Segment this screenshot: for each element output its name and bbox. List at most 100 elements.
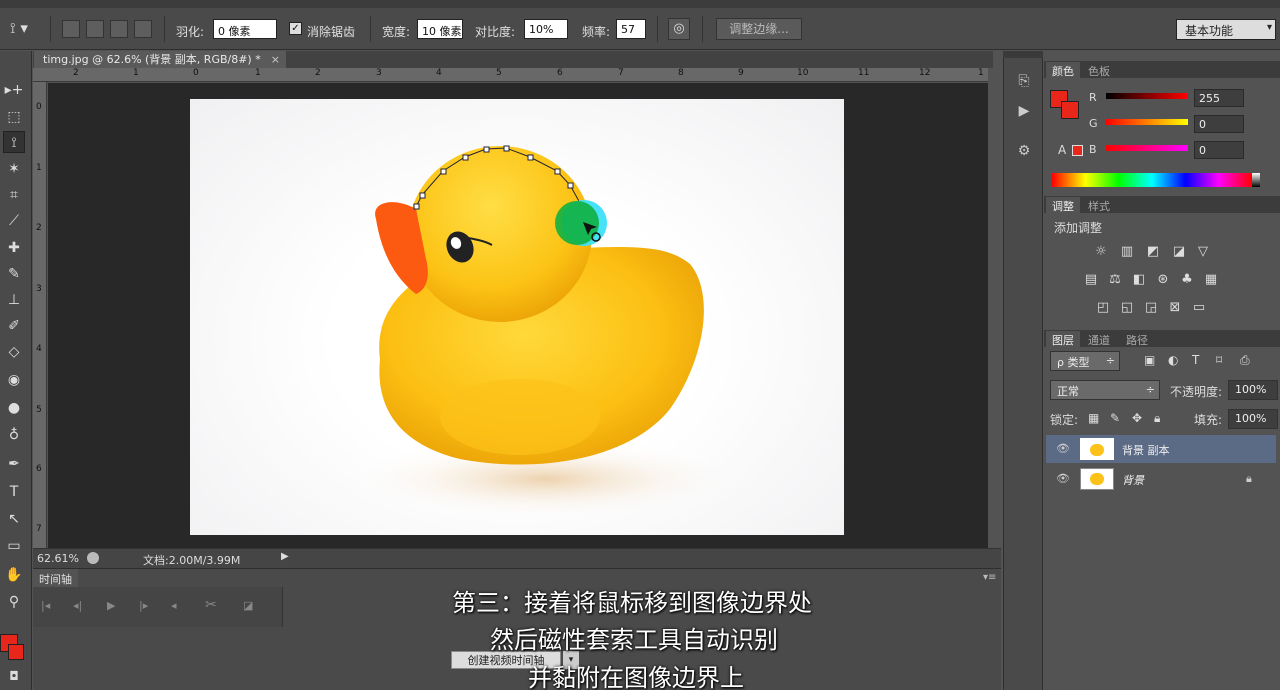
refine-edge-button[interactable]: 调整边缘...: [716, 18, 802, 40]
transition-icon[interactable]: ◪: [243, 599, 253, 612]
fill-input[interactable]: 100%: [1228, 409, 1278, 429]
color-background-swatch[interactable]: [1061, 101, 1079, 119]
visibility-eye-icon[interactable]: 👁︎: [1056, 472, 1070, 485]
pixel-filter-icon[interactable]: ▣: [1144, 353, 1155, 367]
shape-filter-icon[interactable]: ⌑: [1216, 353, 1222, 367]
move-tool-icon[interactable]: ▸+: [3, 79, 25, 101]
paint-bucket-tool-icon[interactable]: ◉: [3, 369, 25, 391]
selective-color-icon[interactable]: ⊠: [1167, 301, 1183, 315]
invert-icon[interactable]: ◰: [1095, 301, 1111, 315]
document-tab[interactable]: timg.jpg @ 62.6% (背景 副本, RGB/8#) * ×: [34, 51, 286, 68]
tab-styles[interactable]: 样式: [1082, 197, 1116, 213]
new-selection-icon[interactable]: [62, 20, 80, 38]
document-image[interactable]: [190, 99, 844, 535]
pen-tool-icon[interactable]: ✒: [3, 453, 25, 475]
type-filter-icon[interactable]: T: [1192, 353, 1199, 367]
lock-brush-icon[interactable]: ✎: [1110, 411, 1120, 425]
layer-row-background[interactable]: 👁︎ 背景 🔒︎: [1046, 465, 1276, 493]
first-frame-icon[interactable]: |◂: [41, 599, 50, 612]
lasso-tool-icon[interactable]: ⟟: [3, 131, 25, 153]
intersect-selection-icon[interactable]: [134, 20, 152, 38]
threshold-icon[interactable]: ◲: [1143, 301, 1159, 315]
antialias-checkbox[interactable]: ✓: [289, 22, 302, 35]
hand-tool-icon[interactable]: ✋: [3, 564, 25, 586]
lock-all-icon[interactable]: 🔒︎: [1154, 411, 1160, 426]
vibrance-icon[interactable]: ▽: [1195, 245, 1211, 259]
layer-row-background-copy[interactable]: 👁︎ 背景 副本: [1046, 435, 1276, 463]
visibility-eye-icon[interactable]: 👁︎: [1056, 442, 1070, 455]
tab-color[interactable]: 颜色: [1046, 62, 1080, 78]
color-spectrum-bar[interactable]: [1052, 173, 1252, 187]
smart-object-filter-icon[interactable]: ⎙: [1240, 353, 1250, 368]
r-slider[interactable]: [1106, 93, 1188, 99]
g-slider[interactable]: [1106, 119, 1188, 125]
play-icon[interactable]: ▶: [107, 599, 115, 612]
eyedropper-tool-icon[interactable]: ⟋: [3, 210, 25, 232]
color-balance-icon[interactable]: ⚖: [1107, 273, 1123, 287]
photo-filter-icon[interactable]: ⊛: [1155, 273, 1171, 287]
blend-mode-dropdown[interactable]: 正常 ÷: [1050, 380, 1160, 400]
b-slider[interactable]: [1106, 145, 1188, 151]
previous-frame-icon[interactable]: ◂|: [73, 599, 82, 612]
tab-layers[interactable]: 图层: [1046, 331, 1080, 347]
layer-filter-dropdown[interactable]: ρ 类型 ÷: [1050, 351, 1120, 371]
type-tool-icon[interactable]: T: [3, 481, 25, 503]
marquee-tool-icon[interactable]: ⬚: [3, 106, 25, 128]
rectangle-tool-icon[interactable]: ▭: [3, 535, 25, 557]
feather-input[interactable]: 0 像素: [213, 19, 277, 39]
color-lookup-icon[interactable]: ▦: [1203, 273, 1219, 287]
black-white-ramp[interactable]: [1252, 173, 1260, 187]
exposure-icon[interactable]: ◪: [1171, 245, 1187, 259]
gamut-color-swatch[interactable]: [1072, 145, 1083, 156]
background-color-swatch[interactable]: [8, 644, 24, 660]
vertical-scrollbar[interactable]: [988, 68, 1002, 548]
tab-channels[interactable]: 通道: [1082, 331, 1116, 347]
opacity-input[interactable]: 100%: [1228, 380, 1278, 400]
gamut-warning-icon[interactable]: A: [1058, 143, 1066, 157]
lock-position-icon[interactable]: ✥: [1132, 411, 1142, 425]
path-selection-tool-icon[interactable]: ↖: [3, 508, 25, 530]
close-icon[interactable]: ×: [271, 51, 280, 68]
blur-tool-icon[interactable]: ●: [3, 397, 25, 419]
magnetic-lasso-icon[interactable]: ⟟ ▾: [10, 19, 40, 39]
contrast-input[interactable]: 10%: [524, 19, 568, 39]
lock-transparent-icon[interactable]: ▦: [1088, 411, 1099, 425]
actions-panel-icon[interactable]: ▶: [1014, 103, 1034, 123]
levels-icon[interactable]: ▥: [1119, 245, 1135, 259]
crop-tool-icon[interactable]: ⌗: [3, 184, 25, 206]
channel-mixer-icon[interactable]: ♣: [1179, 273, 1195, 287]
subtract-selection-icon[interactable]: [110, 20, 128, 38]
gradient-map-icon[interactable]: ▭: [1191, 301, 1207, 315]
clone-stamp-tool-icon[interactable]: ⊥: [3, 289, 25, 311]
tab-adjustments[interactable]: 调整: [1046, 197, 1080, 213]
adjustment-filter-icon[interactable]: ◐: [1168, 353, 1178, 367]
split-scissors-icon[interactable]: ✂: [205, 597, 217, 613]
panel-menu-icon[interactable]: ▾≡: [983, 572, 996, 583]
black-white-icon[interactable]: ◧: [1131, 273, 1147, 287]
zoom-level[interactable]: 62.61%: [37, 552, 79, 565]
zoom-tool-icon[interactable]: ⚲: [3, 591, 25, 613]
posterize-icon[interactable]: ◱: [1119, 301, 1135, 315]
audio-icon[interactable]: ◂: [171, 599, 177, 612]
dock-collapse-bar[interactable]: [1003, 51, 1043, 58]
eraser-tool-icon[interactable]: ◇: [3, 341, 25, 363]
tab-paths[interactable]: 路径: [1120, 331, 1154, 347]
properties-panel-icon[interactable]: ⚙: [1014, 143, 1034, 163]
brush-tool-icon[interactable]: ✎: [3, 263, 25, 285]
quick-mask-icon[interactable]: ◘: [3, 665, 25, 687]
r-value[interactable]: 255: [1194, 89, 1244, 107]
frequency-input[interactable]: 57: [616, 19, 646, 39]
width-input[interactable]: 10 像素: [417, 19, 463, 39]
add-selection-icon[interactable]: [86, 20, 104, 38]
share-icon[interactable]: [87, 552, 99, 564]
magic-wand-tool-icon[interactable]: ✶: [3, 158, 25, 180]
healing-brush-tool-icon[interactable]: ✚: [3, 237, 25, 259]
dodge-tool-icon[interactable]: ♁: [3, 424, 25, 446]
workspace-dropdown[interactable]: 基本功能 ▾: [1176, 19, 1276, 40]
b-value[interactable]: 0: [1194, 141, 1244, 159]
history-brush-tool-icon[interactable]: ✐: [3, 315, 25, 337]
curves-icon[interactable]: ◩: [1145, 245, 1161, 259]
history-panel-icon[interactable]: ⎘: [1014, 73, 1034, 93]
hue-saturation-icon[interactable]: ▤: [1083, 273, 1099, 287]
next-frame-icon[interactable]: |▸: [139, 599, 148, 612]
